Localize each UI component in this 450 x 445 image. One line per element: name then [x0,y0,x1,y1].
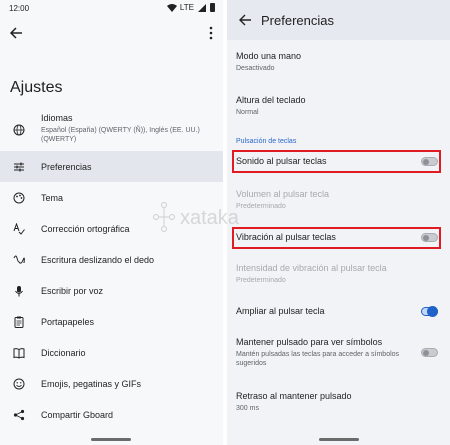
magnify-toggle[interactable] [421,306,438,317]
pref-subtitle: Normal [236,109,259,116]
menu-item-subtitle: Español (España) (QWERTY (Ñ)), Inglés (E… [41,127,200,143]
book-icon [13,347,25,359]
pref-ampliar-pulsar[interactable]: Ampliar al pulsar tecla [227,306,450,318]
pref-retraso-pulsado[interactable]: Retraso al mantener pulsado 300 ms [227,391,450,413]
toggle-knob [427,306,438,317]
pref-title: Intensidad de vibración al pulsar tecla [236,263,387,273]
pref-title: Ampliar al pulsar tecla [236,306,325,316]
menu-item-diccionario[interactable]: Diccionario [0,337,223,368]
pref-altura-teclado[interactable]: Altura del teclado Normal [227,95,450,117]
section-header: Pulsación de teclas [236,138,297,145]
menu-item-escritura-deslizando[interactable]: Escritura deslizando el dedo [0,244,223,275]
pref-mantener-simbolos[interactable]: Mantener pulsado para ver símbolos Manté… [227,337,450,368]
page-title: Ajustes [10,79,63,96]
globe-icon [13,124,25,136]
menu-item-label: Escribir por voz [41,285,104,296]
menu-item-label: Compartir Gboard [41,409,114,420]
menu-item-label: Preferencias [41,161,92,172]
palette-icon [13,192,25,203]
menu-item-label: Idiomas [41,113,73,123]
menu-item-portapapeles[interactable]: Portapapeles [0,306,223,337]
page-title: Preferencias [261,13,334,28]
watermark-text: xataka [180,207,240,229]
menu-item-label: Portapapeles [41,316,95,327]
signal-icon [198,3,206,12]
pref-intensidad-vibracion: Intensidad de vibración al pulsar tecla … [227,263,450,285]
menu-item-label: Escritura deslizando el dedo [41,254,155,265]
pref-title: Altura del teclado [236,95,306,105]
pref-modo-una-mano[interactable]: Modo una mano Desactivado [227,51,450,73]
xataka-watermark: xataka [152,201,240,233]
menu-item-idiomas[interactable]: Idiomas Español (España) (QWERTY (Ñ)), I… [0,106,223,151]
status-time: 12:00 [9,4,30,13]
app-bar [0,20,223,46]
emoji-icon [13,378,25,389]
pref-subtitle: 300 ms [236,405,259,412]
menu-item-label: Tema [41,192,64,203]
toggle-knob [423,349,429,356]
menu-item-label: Diccionario [41,347,86,358]
share-icon [13,409,25,420]
highlight-box [232,150,441,173]
back-arrow-icon[interactable] [8,25,24,41]
app-bar: Preferencias [227,0,450,40]
clipboard-icon [14,316,24,328]
gesture-nav-bar [319,438,359,441]
network-label: LTE [179,3,194,12]
battery-icon [210,3,215,12]
pref-subtitle: Desactivado [236,65,275,72]
menu-item-escribir-voz[interactable]: Escribir por voz [0,275,223,306]
more-options-icon[interactable] [207,25,215,41]
gesture-nav-bar [91,438,131,441]
spellcheck-icon [13,222,25,235]
menu-item-label: Emojis, pegatinas y GIFs [41,378,142,389]
menu-item-compartir[interactable]: Compartir Gboard [0,399,223,430]
pref-title: Modo una mano [236,51,302,61]
microphone-icon [15,285,23,296]
menu-item-emojis[interactable]: Emojis, pegatinas y GIFs [0,368,223,399]
gesture-icon [13,255,25,264]
menu-item-label: Corrección ortográfica [41,223,130,234]
tune-icon [14,162,24,171]
settings-menu: Idiomas Español (España) (QWERTY (Ñ)), I… [0,106,223,430]
pref-title: Mantener pulsado para ver símbolos [236,337,383,347]
back-arrow-icon[interactable] [238,13,252,27]
status-bar: 12:00 LTE [0,0,223,18]
pref-subtitle: Predeterminado [236,277,286,284]
pref-title: Retraso al mantener pulsado [236,391,352,401]
menu-item-preferencias[interactable]: Preferencias [0,151,223,182]
pref-subtitle: Mantén pulsadas las teclas para acceder … [236,351,400,367]
symbols-toggle[interactable] [421,348,438,357]
wifi-icon [166,3,177,12]
